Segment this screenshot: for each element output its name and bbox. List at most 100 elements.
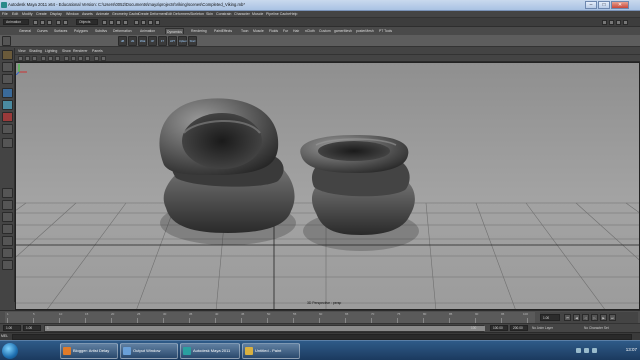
shelf-button-hpt[interactable]: HPT (168, 36, 177, 46)
start-button[interactable] (2, 343, 18, 359)
lasso-tool-icon[interactable] (2, 62, 13, 72)
action-center-icon[interactable] (592, 348, 597, 353)
perspective-viewport[interactable]: 3D Perspective : persp (15, 62, 640, 310)
single-view-layout-icon[interactable] (2, 188, 13, 198)
tool-settings-toggle-icon[interactable] (616, 20, 621, 25)
time-slider-track[interactable]: 1 5 10 15 20 25 30 35 40 45 50 55 60 65 … (5, 312, 535, 323)
manipulator-tool-icon[interactable] (2, 124, 13, 134)
select-hierarchy-icon[interactable] (56, 20, 61, 25)
panel-menu-lighting[interactable]: Lighting (45, 49, 57, 53)
menu-edit-deformers[interactable]: Edit Deformers (166, 12, 190, 16)
smooth-shade-icon[interactable] (71, 56, 76, 61)
xray-icon[interactable] (101, 56, 106, 61)
menu-skin[interactable]: Skin (206, 12, 213, 16)
snap-plane-icon[interactable] (123, 20, 128, 25)
paint-select-tool-icon[interactable] (2, 74, 13, 84)
clock[interactable]: 13:07 (626, 347, 637, 352)
menuset-dropdown[interactable]: Animation (3, 19, 29, 25)
layer-editor-toggle-icon[interactable] (623, 20, 628, 25)
tab-custom[interactable]: Custom (318, 28, 332, 34)
tab-polygons[interactable]: Polygons (73, 28, 89, 34)
command-language-label[interactable]: MEL (1, 334, 8, 338)
shelf-button-hb[interactable]: HB (118, 36, 127, 46)
tab-fluids[interactable]: Fluids (268, 28, 279, 34)
tab-fur[interactable]: Fur (282, 28, 289, 34)
character-set-dropdown[interactable]: No Character Set (584, 326, 609, 330)
menu-geometry-cache[interactable]: Geometry Cache (112, 12, 139, 16)
panel-menu-show[interactable]: Show (62, 49, 71, 53)
history-icon[interactable] (134, 20, 139, 25)
tab-painteffects[interactable]: PaintEffects (213, 28, 233, 34)
shelf-button-upfeet[interactable]: Upfeet (178, 36, 187, 46)
panel-menu-panels[interactable]: Panels (92, 49, 103, 53)
menu-modify[interactable]: Modify (22, 12, 33, 16)
step-forward-icon[interactable]: ▶ (600, 314, 607, 321)
tab-animation[interactable]: Animation (139, 28, 156, 34)
rotate-tool-icon[interactable] (2, 100, 13, 110)
film-gate-icon[interactable] (48, 56, 53, 61)
taskbar-item-blogger[interactable]: Blogger: Artist Delay (60, 343, 118, 359)
range-knob[interactable] (45, 326, 485, 331)
tab-pt-tools[interactable]: PT Tools (378, 28, 393, 34)
move-tool-icon[interactable] (2, 88, 13, 98)
volume-icon[interactable] (584, 348, 589, 353)
attribute-editor-toggle-icon[interactable] (609, 20, 614, 25)
persp-outliner-layout-icon[interactable] (2, 212, 13, 222)
panel-menu-view[interactable]: View (18, 49, 26, 53)
menu-animate[interactable]: Animate (96, 12, 109, 16)
tab-muscle[interactable]: Muscle (252, 28, 265, 34)
playback-end-field[interactable]: 100.00 (490, 325, 508, 331)
outliner-layout-icon[interactable] (2, 248, 13, 258)
open-scene-icon[interactable] (40, 20, 45, 25)
menu-pipeline-cache[interactable]: Pipeline Cache (266, 12, 290, 16)
four-view-layout-icon[interactable] (2, 200, 13, 210)
grid-toggle-icon[interactable] (41, 56, 46, 61)
tab-rendering[interactable]: Rendering (190, 28, 208, 34)
minimize-button[interactable]: – (585, 1, 597, 9)
shelf-button-shell[interactable]: Shell (188, 36, 197, 46)
last-tool-icon[interactable] (2, 138, 13, 148)
tab-deformation[interactable]: Deformation (112, 28, 132, 34)
menu-help[interactable]: Help (290, 12, 297, 16)
network-icon[interactable] (576, 348, 581, 353)
select-tool-icon[interactable] (2, 50, 13, 60)
taskbar-item-maya[interactable]: Autodesk Maya 2011 (180, 343, 240, 359)
menu-edit[interactable]: Edit (12, 12, 18, 16)
taskbar-item-output-window[interactable]: Output Window (120, 343, 178, 359)
render-icon[interactable] (141, 20, 146, 25)
current-frame-field[interactable]: 1.00 (540, 314, 560, 321)
tab-dynamics[interactable]: Dynamics (165, 28, 184, 34)
go-to-start-icon[interactable]: ⏮ (564, 314, 571, 321)
play-back-icon[interactable]: ◁ (582, 314, 589, 321)
menu-skeleton[interactable]: Skeleton (190, 12, 204, 16)
shelf-button-cp[interactable]: CP (148, 36, 157, 46)
go-to-end-icon[interactable]: ⏭ (609, 314, 616, 321)
persp-graph-layout-icon[interactable] (2, 224, 13, 234)
menu-window[interactable]: Window (66, 12, 79, 16)
shelf-menu-icon[interactable] (2, 36, 11, 46)
anim-layer-dropdown[interactable]: No Anim Layer (532, 326, 553, 330)
render-settings-icon[interactable] (155, 20, 160, 25)
tab-subdivs[interactable]: Subdivs (94, 28, 108, 34)
tab-toon[interactable]: Toon (240, 28, 249, 34)
step-back-icon[interactable]: ◀ (573, 314, 580, 321)
menu-character[interactable]: Character (234, 12, 250, 16)
menu-create[interactable]: Create (36, 12, 47, 16)
tab-curves[interactable]: Curves (36, 28, 49, 34)
resolution-gate-icon[interactable] (55, 56, 60, 61)
panel-menu-renderer[interactable]: Renderer (73, 49, 88, 53)
snap-grid-icon[interactable] (102, 20, 107, 25)
menu-assets[interactable]: Assets (82, 12, 93, 16)
lights-icon[interactable] (85, 56, 90, 61)
playback-start-field[interactable]: 1.00 (23, 325, 41, 331)
tab-postermesh[interactable]: posterMesh (355, 28, 375, 34)
save-scene-icon[interactable] (47, 20, 52, 25)
play-forward-icon[interactable]: ▷ (591, 314, 598, 321)
snap-point-icon[interactable] (116, 20, 121, 25)
tab-general[interactable]: General (18, 28, 32, 34)
textured-icon[interactable] (78, 56, 83, 61)
new-scene-icon[interactable] (33, 20, 38, 25)
snap-curve-icon[interactable] (109, 20, 114, 25)
tab-hair[interactable]: Hair (292, 28, 300, 34)
ipr-render-icon[interactable] (148, 20, 153, 25)
